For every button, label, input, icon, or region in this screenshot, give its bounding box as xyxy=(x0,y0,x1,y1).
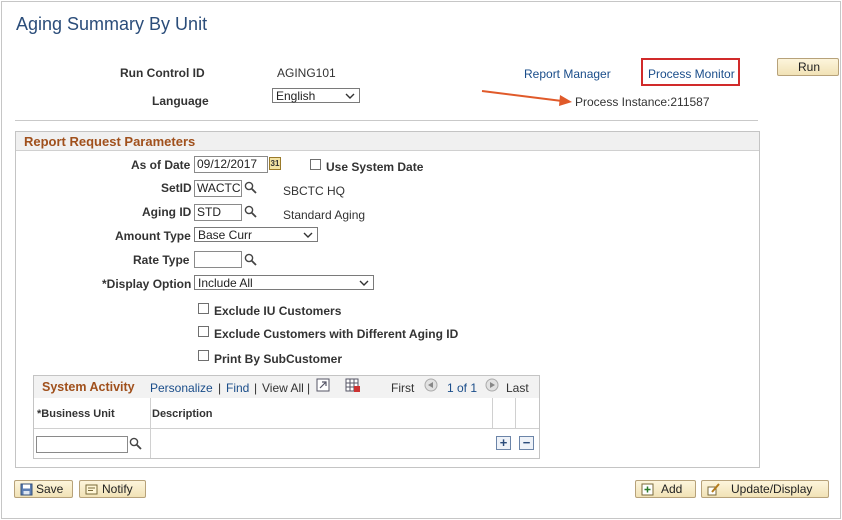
save-button-label: Save xyxy=(36,482,64,496)
add-row-glyph: + xyxy=(499,435,508,450)
run-control-id-value: AGING101 xyxy=(277,66,336,80)
chevron-down-icon xyxy=(345,93,355,99)
add-icon xyxy=(641,483,654,496)
chevron-down-icon xyxy=(359,280,369,286)
calendar-icon-glyph: 31 xyxy=(270,159,280,168)
page-title: Aging Summary By Unit xyxy=(16,14,208,34)
rate-type-label: Rate Type xyxy=(133,253,190,267)
search-icon[interactable] xyxy=(244,181,257,194)
business-unit-input[interactable] xyxy=(36,436,128,453)
process-instance-text: Process Instance:211587 xyxy=(575,95,710,109)
search-icon[interactable] xyxy=(244,253,257,266)
setid-input[interactable]: WACTC xyxy=(194,180,242,197)
report-manager-link[interactable]: Report Manager xyxy=(524,67,611,81)
next-row-icon[interactable] xyxy=(485,378,499,392)
display-option-value: Include All xyxy=(198,276,253,290)
chevron-down-icon xyxy=(303,232,313,238)
display-option-select[interactable]: Include All xyxy=(194,275,374,290)
first-label: First xyxy=(391,381,415,395)
add-button-label: Add xyxy=(661,482,683,496)
save-button[interactable]: Save xyxy=(14,480,73,498)
update-display-button-label: Update/Display xyxy=(731,482,813,496)
add-button[interactable]: Add xyxy=(635,480,696,498)
download-excel-icon[interactable] xyxy=(345,377,361,393)
add-row-button[interactable]: + xyxy=(496,436,511,450)
language-label: Language xyxy=(152,94,209,108)
exclude-different-aging-label: Exclude Customers with Different Aging I… xyxy=(214,327,459,341)
setid-label: SetID xyxy=(161,181,192,195)
grid-column-header-blank xyxy=(516,398,539,429)
exclude-iu-customers-label: Exclude IU Customers xyxy=(214,304,342,318)
grid-title: System Activity xyxy=(42,380,135,394)
setid-description: SBCTC HQ xyxy=(283,184,346,198)
print-by-subcustomer-label: Print By SubCustomer xyxy=(214,352,343,366)
amount-type-value: Base Curr xyxy=(198,228,253,242)
aging-id-description: Standard Aging xyxy=(283,208,366,222)
arrow-icon xyxy=(481,90,572,106)
search-icon[interactable] xyxy=(129,437,142,450)
use-system-date-label: Use System Date xyxy=(326,160,424,174)
previous-row-icon[interactable] xyxy=(424,378,438,392)
language-select[interactable]: English xyxy=(272,88,360,103)
grid-toolbar-separator: | xyxy=(254,381,258,395)
aging-id-input[interactable]: STD xyxy=(194,204,242,221)
use-system-date-checkbox[interactable] xyxy=(310,159,321,170)
print-by-subcustomer-checkbox[interactable] xyxy=(198,350,209,361)
run-control-id-label: Run Control ID xyxy=(120,66,205,80)
grid-divider xyxy=(150,429,151,458)
last-label: Last xyxy=(506,381,529,395)
personalize-link[interactable]: Personalize xyxy=(150,381,213,395)
display-option-label: *Display Option xyxy=(102,277,192,291)
grid-toolbar-separator: | xyxy=(307,381,311,395)
section-title: Report Request Parameters xyxy=(24,134,196,149)
grid-toolbar-separator: | xyxy=(218,381,222,395)
language-select-value: English xyxy=(276,89,316,103)
run-button[interactable]: Run xyxy=(777,58,839,76)
header-divider xyxy=(15,120,758,121)
notify-button-label: Notify xyxy=(102,482,133,496)
as-of-date-input[interactable]: 09/12/2017 xyxy=(194,156,268,173)
process-monitor-link[interactable]: Process Monitor xyxy=(648,67,735,81)
rate-type-input[interactable] xyxy=(194,251,242,268)
as-of-date-label: As of Date xyxy=(131,158,191,172)
amount-type-label: Amount Type xyxy=(115,229,191,243)
exclude-different-aging-checkbox[interactable] xyxy=(198,326,209,337)
update-display-icon xyxy=(707,483,720,496)
search-icon[interactable] xyxy=(244,205,257,218)
delete-row-glyph: − xyxy=(522,435,531,450)
run-button-label: Run xyxy=(798,60,821,74)
row-range-text: 1 of 1 xyxy=(447,381,478,395)
amount-type-select[interactable]: Base Curr xyxy=(194,227,318,242)
description-column-header: Description xyxy=(152,408,213,420)
update-display-button[interactable]: Update/Display xyxy=(701,480,829,498)
notify-button[interactable]: Notify xyxy=(79,480,146,498)
delete-row-button[interactable]: − xyxy=(519,436,534,450)
grid-column-header-blank xyxy=(493,398,516,429)
zoom-grid-icon[interactable] xyxy=(316,378,330,392)
exclude-iu-customers-checkbox[interactable] xyxy=(198,303,209,314)
calendar-icon[interactable]: 31 xyxy=(269,157,281,170)
aging-id-label: Aging ID xyxy=(142,205,192,219)
notify-icon xyxy=(85,484,98,495)
group-header: Report Request Parameters xyxy=(16,132,759,151)
save-icon xyxy=(20,483,33,496)
view-all-link[interactable]: View All xyxy=(262,381,304,395)
find-link[interactable]: Find xyxy=(226,381,249,395)
business-unit-column-header: *Business Unit xyxy=(37,408,115,420)
